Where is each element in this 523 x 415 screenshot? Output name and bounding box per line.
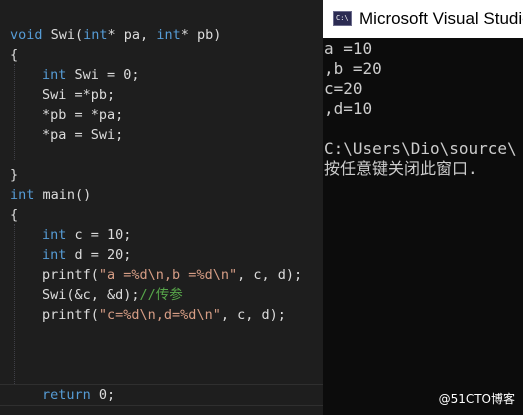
- console-path-line: C:\Users\Dio\source\: [324, 139, 517, 158]
- code-line-5[interactable]: *pb = *pa;: [42, 105, 123, 125]
- code-line-8[interactable]: int main(): [10, 185, 91, 205]
- code-line-3[interactable]: int Swi = 0;: [42, 65, 140, 85]
- console-title: Microsoft Visual Studio: [359, 9, 523, 28]
- indent-guide: [14, 64, 15, 160]
- code-line-12[interactable]: printf("a =%d\n,b =%d\n", c, d);: [42, 265, 302, 285]
- console-output-line: ,b =20: [324, 59, 382, 78]
- code-line-15[interactable]: return 0;: [42, 385, 115, 405]
- code-line-1[interactable]: void Swi(int* pa, int* pb): [10, 25, 221, 45]
- code-line-13[interactable]: Swi(&c, &d);//传参: [42, 285, 183, 305]
- code-line-9[interactable]: {: [10, 205, 18, 225]
- code-line-7[interactable]: }: [10, 165, 18, 185]
- code-line-10[interactable]: int c = 10;: [42, 225, 131, 245]
- console-output-line: a =10: [324, 39, 373, 58]
- code-line-11[interactable]: int d = 20;: [42, 245, 131, 265]
- console-prompt-line: 按任意键关闭此窗口.: [324, 159, 488, 178]
- code-editor-pane[interactable]: void Swi(int* pa, int* pb) { int Swi = 0…: [0, 0, 323, 415]
- code-line-2[interactable]: {: [10, 45, 18, 65]
- console-app-icon: C:\: [333, 11, 352, 26]
- code-line-4[interactable]: Swi =*pb;: [42, 85, 115, 105]
- indent-guide: [14, 224, 15, 384]
- console-titlebar[interactable]: C:\ Microsoft Visual Studio: [323, 0, 523, 38]
- console-output-line: ,d=10: [324, 99, 373, 118]
- console-window[interactable]: C:\ Microsoft Visual Studio a =10 ,b =20…: [323, 0, 523, 415]
- code-line-6[interactable]: *pa = Swi;: [42, 125, 123, 145]
- code-line-14[interactable]: printf("c=%d\n,d=%d\n", c, d);: [42, 305, 286, 325]
- console-output-line: c=20: [324, 79, 363, 98]
- watermark: @51CTO博客: [438, 392, 515, 406]
